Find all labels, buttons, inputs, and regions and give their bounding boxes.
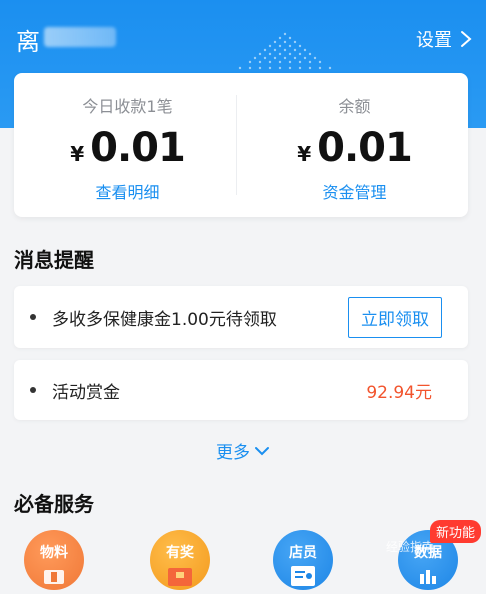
today-income-amount: ¥ 0.01: [14, 125, 241, 171]
service-staff[interactable]: 店员: [273, 530, 333, 590]
reward-amount: 92.94元: [366, 382, 432, 403]
view-details-link[interactable]: 查看明细: [14, 179, 241, 203]
today-income-value: 0.01: [90, 125, 186, 171]
services-section-title: 必备服务: [14, 492, 94, 516]
fund-management-link[interactable]: 资金管理: [241, 179, 468, 203]
store-name-blurred: [44, 27, 116, 47]
bullet-dot: [30, 314, 36, 320]
messages-section-title: 消息提醒: [14, 248, 94, 272]
new-feature-badge: 新功能: [430, 520, 482, 543]
message-item-health-fund[interactable]: 多收多保健康金1.00元待领取 立即领取: [14, 286, 468, 348]
more-label: 更多: [216, 443, 250, 463]
chevron-right-icon: [461, 31, 472, 47]
service-prize[interactable]: 有奖: [150, 530, 210, 590]
bullet-dot: [30, 387, 36, 393]
store-name[interactable]: 离: [16, 22, 41, 57]
currency-symbol: ¥: [297, 142, 312, 166]
today-income-title: 今日收款1笔: [82, 97, 173, 116]
summary-card: 今日收款1笔 ¥ 0.01 查看明细 余额 ¥ 0.01 资金管理: [14, 73, 468, 217]
currency-symbol: ¥: [70, 142, 85, 166]
message-text: 活动赏金: [52, 382, 120, 403]
prize-icon: [168, 568, 192, 586]
message-text: 多收多保健康金1.00元待领取: [52, 309, 277, 330]
message-item-activity-reward[interactable]: 活动赏金 92.94元: [14, 360, 468, 420]
staff-icon: [291, 566, 315, 586]
materials-icon: [44, 570, 64, 584]
settings-label: 设置: [416, 30, 452, 51]
more-button[interactable]: 更多: [0, 438, 486, 463]
service-materials[interactable]: 物料: [24, 530, 84, 590]
today-income-column: 今日收款1笔 ¥ 0.01 查看明细: [14, 73, 241, 217]
decorative-dots: [238, 32, 332, 70]
claim-now-button[interactable]: 立即领取: [348, 296, 442, 338]
chevron-down-icon: [255, 446, 269, 455]
balance-title: 余额: [338, 97, 371, 116]
watermark-text: 经验指南: [386, 540, 435, 554]
settings-button[interactable]: 设置: [416, 26, 472, 52]
balance-amount: ¥ 0.01: [241, 125, 468, 171]
column-divider: [236, 95, 237, 195]
balance-column: 余额 ¥ 0.01 资金管理: [241, 73, 468, 217]
balance-value: 0.01: [317, 125, 413, 171]
